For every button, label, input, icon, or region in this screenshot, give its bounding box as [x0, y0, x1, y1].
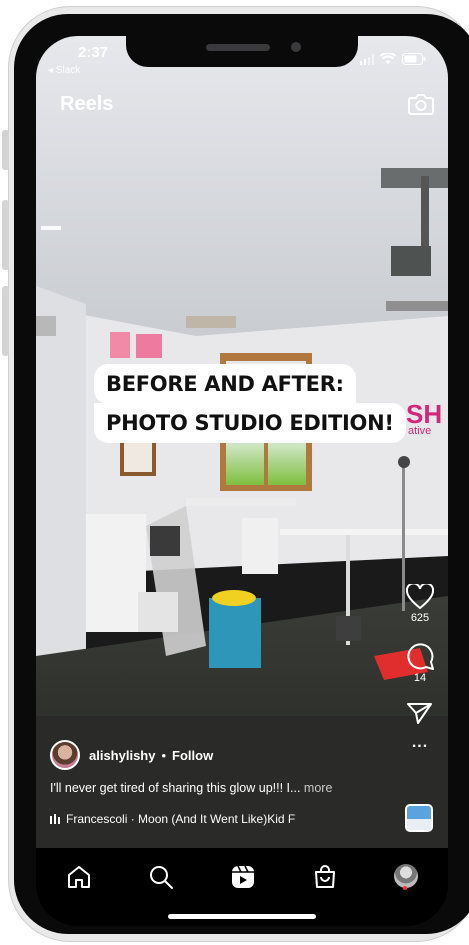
audio-thumbnail[interactable] — [405, 804, 433, 832]
reels-icon[interactable] — [230, 864, 256, 890]
signal-icon — [360, 53, 374, 65]
volume-down-button — [2, 286, 9, 356]
video-caption-line-2: PHOTO STUDIO EDITION! — [94, 403, 406, 443]
status-indicators — [360, 53, 426, 65]
like-count: 625 — [410, 612, 430, 624]
action-rail: 625 14 ... — [402, 584, 438, 752]
separator-dot: • — [161, 747, 167, 763]
screen: SH ative 2:37 ◂ Slack Reels BEFORE AND A… — [36, 36, 448, 926]
camera-icon[interactable] — [408, 92, 434, 116]
audio-bars-icon — [50, 814, 60, 824]
search-icon[interactable] — [148, 864, 174, 890]
caption-more-link[interactable]: more — [304, 781, 332, 795]
author-row: alishylishy • Follow — [50, 740, 213, 770]
wall-sign-subtext: ative — [408, 425, 431, 437]
audio-track[interactable]: Francescoli · Moon (And It Went Like)Kid… — [50, 812, 295, 826]
shop-icon[interactable] — [312, 864, 338, 890]
video-caption-line-1: BEFORE AND AFTER: — [94, 364, 356, 404]
post-caption[interactable]: I'll never get tired of sharing this glo… — [50, 781, 332, 795]
notch — [126, 36, 358, 67]
share-icon[interactable] — [407, 702, 433, 726]
comment-icon[interactable] — [406, 642, 434, 670]
profile-avatar-image — [394, 864, 418, 888]
page-title: Reels — [60, 93, 114, 115]
author-username[interactable]: alishylishy — [89, 748, 155, 763]
comment-count: 14 — [413, 672, 427, 684]
battery-icon — [402, 53, 426, 65]
post-caption-text: I'll never get tired of sharing this glo… — [50, 781, 301, 795]
home-icon[interactable] — [66, 864, 92, 890]
profile-notification-dot — [403, 886, 407, 890]
speaker-grille — [206, 44, 270, 51]
volume-up-button — [2, 200, 9, 270]
home-indicator[interactable] — [168, 914, 316, 919]
back-to-app-link[interactable]: ◂ Slack — [48, 65, 80, 76]
audio-track-name: Francescoli · Moon (And It Went Like)Kid… — [66, 812, 296, 826]
profile-avatar[interactable] — [394, 864, 420, 890]
mute-switch — [2, 130, 9, 170]
front-camera — [291, 42, 301, 52]
heart-icon[interactable] — [406, 584, 434, 610]
follow-button[interactable]: Follow — [172, 748, 213, 763]
more-options-icon[interactable]: ... — [412, 734, 428, 752]
video-caption: BEFORE AND AFTER: PHOTO STUDIO EDITION! — [94, 364, 406, 443]
wifi-icon — [380, 53, 396, 64]
status-time: 2:37 — [78, 44, 109, 61]
author-avatar[interactable] — [50, 740, 80, 770]
